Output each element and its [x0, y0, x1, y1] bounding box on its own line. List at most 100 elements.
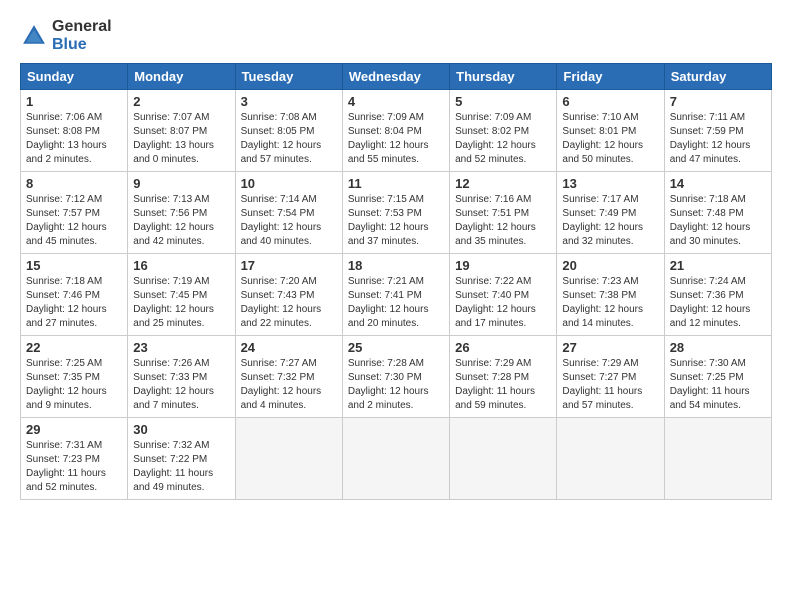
day-info: Sunrise: 7:32 AMSunset: 7:22 PMDaylight:…: [133, 439, 229, 495]
col-tuesday: Tuesday: [235, 64, 342, 90]
day-info: Sunrise: 7:08 AMSunset: 8:05 PMDaylight:…: [241, 111, 337, 167]
day-info: Sunrise: 7:09 AMSunset: 8:04 PMDaylight:…: [348, 111, 444, 167]
table-row: 18 Sunrise: 7:21 AMSunset: 7:41 PMDayligh…: [342, 254, 449, 336]
day-info: Sunrise: 7:28 AMSunset: 7:30 PMDaylight:…: [348, 357, 444, 413]
table-row: 15 Sunrise: 7:18 AMSunset: 7:46 PMDayligh…: [21, 254, 128, 336]
day-number: 22: [26, 340, 122, 355]
table-row: 22 Sunrise: 7:25 AMSunset: 7:35 PMDayligh…: [21, 336, 128, 418]
day-number: 2: [133, 94, 229, 109]
table-row: 29Sunrise: 7:31 AMSunset: 7:23 PMDayligh…: [21, 418, 128, 500]
day-number: 30: [133, 422, 229, 437]
table-row: 5 Sunrise: 7:09 AMSunset: 8:02 PMDaylight…: [450, 90, 557, 172]
table-row: 21 Sunrise: 7:24 AMSunset: 7:36 PMDayligh…: [664, 254, 771, 336]
table-row: 3 Sunrise: 7:08 AMSunset: 8:05 PMDaylight…: [235, 90, 342, 172]
day-number: 15: [26, 258, 122, 273]
day-info: Sunrise: 7:18 AMSunset: 7:46 PMDaylight:…: [26, 275, 122, 331]
empty-cell: [450, 418, 557, 500]
col-wednesday: Wednesday: [342, 64, 449, 90]
table-row: 30 Sunrise: 7:32 AMSunset: 7:22 PMDayligh…: [128, 418, 235, 500]
day-number: 16: [133, 258, 229, 273]
table-row: 26 Sunrise: 7:29 AMSunset: 7:28 PMDayligh…: [450, 336, 557, 418]
day-number: 14: [670, 176, 766, 191]
day-number: 19: [455, 258, 551, 273]
day-number: 29: [26, 422, 122, 437]
col-thursday: Thursday: [450, 64, 557, 90]
day-number: 23: [133, 340, 229, 355]
table-row: 1 Sunrise: 7:06 AMSunset: 8:08 PMDaylight…: [21, 90, 128, 172]
day-info: Sunrise: 7:14 AMSunset: 7:54 PMDaylight:…: [241, 193, 337, 249]
day-number: 28: [670, 340, 766, 355]
logo-icon: [20, 22, 48, 50]
day-info: Sunrise: 7:30 AMSunset: 7:25 PMDaylight:…: [670, 357, 766, 413]
logo: General Blue: [20, 18, 112, 53]
table-row: 4 Sunrise: 7:09 AMSunset: 8:04 PMDaylight…: [342, 90, 449, 172]
day-number: 26: [455, 340, 551, 355]
empty-cell: [235, 418, 342, 500]
day-info: Sunrise: 7:18 AMSunset: 7:48 PMDaylight:…: [670, 193, 766, 249]
table-row: 28 Sunrise: 7:30 AMSunset: 7:25 PMDayligh…: [664, 336, 771, 418]
table-row: 19 Sunrise: 7:22 AMSunset: 7:40 PMDayligh…: [450, 254, 557, 336]
day-info: Sunrise: 7:24 AMSunset: 7:36 PMDaylight:…: [670, 275, 766, 331]
day-info: Sunrise: 7:22 AMSunset: 7:40 PMDaylight:…: [455, 275, 551, 331]
day-info: Sunrise: 7:29 AMSunset: 7:28 PMDaylight:…: [455, 357, 551, 413]
table-row: 24 Sunrise: 7:27 AMSunset: 7:32 PMDayligh…: [235, 336, 342, 418]
table-row: 23 Sunrise: 7:26 AMSunset: 7:33 PMDayligh…: [128, 336, 235, 418]
calendar: Sunday Monday Tuesday Wednesday Thursday…: [20, 63, 772, 500]
day-number: 11: [348, 176, 444, 191]
table-row: 12 Sunrise: 7:16 AMSunset: 7:51 PMDayligh…: [450, 172, 557, 254]
day-info: Sunrise: 7:21 AMSunset: 7:41 PMDaylight:…: [348, 275, 444, 331]
day-number: 9: [133, 176, 229, 191]
day-number: 3: [241, 94, 337, 109]
day-info: Sunrise: 7:11 AMSunset: 7:59 PMDaylight:…: [670, 111, 766, 167]
col-sunday: Sunday: [21, 64, 128, 90]
col-monday: Monday: [128, 64, 235, 90]
day-info: Sunrise: 7:16 AMSunset: 7:51 PMDaylight:…: [455, 193, 551, 249]
logo-text: General Blue: [52, 18, 112, 53]
day-number: 5: [455, 94, 551, 109]
day-number: 25: [348, 340, 444, 355]
day-info: Sunrise: 7:27 AMSunset: 7:32 PMDaylight:…: [241, 357, 337, 413]
day-number: 10: [241, 176, 337, 191]
day-info: Sunrise: 7:15 AMSunset: 7:53 PMDaylight:…: [348, 193, 444, 249]
header: General Blue: [20, 18, 772, 53]
day-info: Sunrise: 7:23 AMSunset: 7:38 PMDaylight:…: [562, 275, 658, 331]
empty-cell: [664, 418, 771, 500]
day-number: 21: [670, 258, 766, 273]
day-info: Sunrise: 7:12 AMSunset: 7:57 PMDaylight:…: [26, 193, 122, 249]
day-number: 4: [348, 94, 444, 109]
table-row: 8Sunrise: 7:12 AMSunset: 7:57 PMDaylight…: [21, 172, 128, 254]
day-number: 24: [241, 340, 337, 355]
table-row: 6 Sunrise: 7:10 AMSunset: 8:01 PMDaylight…: [557, 90, 664, 172]
day-info: Sunrise: 7:09 AMSunset: 8:02 PMDaylight:…: [455, 111, 551, 167]
table-row: 16Sunrise: 7:19 AMSunset: 7:45 PMDayligh…: [128, 254, 235, 336]
empty-cell: [342, 418, 449, 500]
day-number: 20: [562, 258, 658, 273]
table-row: 20 Sunrise: 7:23 AMSunset: 7:38 PMDayligh…: [557, 254, 664, 336]
table-row: 7 Sunrise: 7:11 AMSunset: 7:59 PMDaylight…: [664, 90, 771, 172]
day-number: 17: [241, 258, 337, 273]
day-info: Sunrise: 7:06 AMSunset: 8:08 PMDaylight:…: [26, 111, 122, 167]
day-number: 6: [562, 94, 658, 109]
day-number: 1: [26, 94, 122, 109]
table-row: 9 Sunrise: 7:13 AMSunset: 7:56 PMDaylight…: [128, 172, 235, 254]
day-info: Sunrise: 7:17 AMSunset: 7:49 PMDaylight:…: [562, 193, 658, 249]
day-info: Sunrise: 7:07 AMSunset: 8:07 PMDaylight:…: [133, 111, 229, 167]
day-number: 18: [348, 258, 444, 273]
day-info: Sunrise: 7:25 AMSunset: 7:35 PMDaylight:…: [26, 357, 122, 413]
day-number: 7: [670, 94, 766, 109]
table-row: 2 Sunrise: 7:07 AMSunset: 8:07 PMDaylight…: [128, 90, 235, 172]
day-number: 12: [455, 176, 551, 191]
table-row: 17 Sunrise: 7:20 AMSunset: 7:43 PMDayligh…: [235, 254, 342, 336]
day-info: Sunrise: 7:26 AMSunset: 7:33 PMDaylight:…: [133, 357, 229, 413]
col-friday: Friday: [557, 64, 664, 90]
day-info: Sunrise: 7:10 AMSunset: 8:01 PMDaylight:…: [562, 111, 658, 167]
col-saturday: Saturday: [664, 64, 771, 90]
day-info: Sunrise: 7:20 AMSunset: 7:43 PMDaylight:…: [241, 275, 337, 331]
table-row: 14 Sunrise: 7:18 AMSunset: 7:48 PMDayligh…: [664, 172, 771, 254]
table-row: 10 Sunrise: 7:14 AMSunset: 7:54 PMDayligh…: [235, 172, 342, 254]
table-row: 11 Sunrise: 7:15 AMSunset: 7:53 PMDayligh…: [342, 172, 449, 254]
day-info: Sunrise: 7:29 AMSunset: 7:27 PMDaylight:…: [562, 357, 658, 413]
table-row: 13 Sunrise: 7:17 AMSunset: 7:49 PMDayligh…: [557, 172, 664, 254]
day-number: 13: [562, 176, 658, 191]
day-info: Sunrise: 7:13 AMSunset: 7:56 PMDaylight:…: [133, 193, 229, 249]
